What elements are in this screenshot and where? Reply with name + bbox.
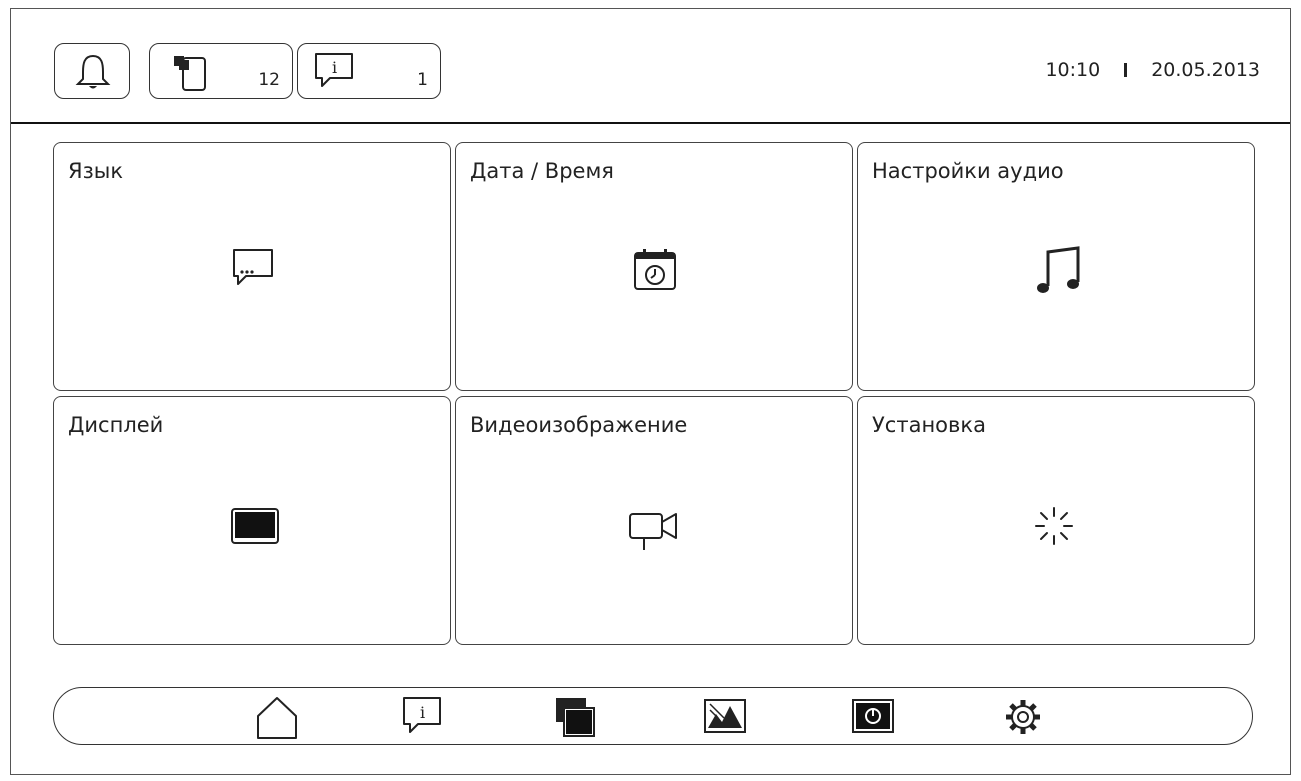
nav-picture[interactable] xyxy=(702,694,748,740)
messages-button[interactable]: 12 xyxy=(149,43,293,99)
picture-icon xyxy=(704,699,746,733)
info-bubble-icon: i xyxy=(403,697,441,733)
nav-home[interactable] xyxy=(254,694,300,740)
tile-display[interactable]: Дисплей xyxy=(53,396,451,645)
home-icon xyxy=(257,697,297,739)
app-frame: 12 i 1 10:10 20.05.2013 Язык Дата / Время xyxy=(10,8,1291,775)
monitor-icon xyxy=(231,508,279,544)
music-note-icon xyxy=(1037,246,1080,293)
tile-video-image[interactable]: Видеоизображение xyxy=(455,396,853,645)
tile-label: Дата / Время xyxy=(470,159,614,183)
tile-installation[interactable]: Установка xyxy=(857,396,1255,645)
clock-display: 10:10 20.05.2013 xyxy=(1045,59,1260,81)
video-camera-icon xyxy=(629,513,677,550)
time-text: 10:10 xyxy=(1045,59,1101,81)
nav-info[interactable]: i xyxy=(400,694,446,740)
nav-settings[interactable] xyxy=(1000,694,1046,740)
nav-windows[interactable] xyxy=(552,694,598,740)
tile-label: Язык xyxy=(68,159,124,183)
tile-label: Дисплей xyxy=(68,413,164,437)
bell-button[interactable] xyxy=(54,43,130,99)
speech-bubble-icon xyxy=(233,249,273,285)
info-count: 1 xyxy=(417,70,428,90)
svg-text:i: i xyxy=(332,58,337,77)
header-bar: 12 i 1 10:10 20.05.2013 xyxy=(11,9,1290,124)
info-bubble-icon: i xyxy=(315,53,353,87)
svg-text:i: i xyxy=(420,703,425,722)
tile-label: Видеоизображение xyxy=(470,413,688,437)
separator xyxy=(1124,63,1128,77)
tile-datetime[interactable]: Дата / Время xyxy=(455,142,853,391)
tile-language[interactable]: Язык xyxy=(53,142,451,391)
calendar-clock-icon xyxy=(634,249,676,290)
messages-count: 12 xyxy=(258,70,280,90)
tile-label: Настройки аудио xyxy=(872,159,1064,183)
nav-power-screen[interactable] xyxy=(850,694,896,740)
date-text: 20.05.2013 xyxy=(1151,59,1260,81)
windows-icon xyxy=(556,698,595,737)
power-screen-icon xyxy=(852,699,894,733)
bell-icon xyxy=(75,54,111,89)
loading-spinner-icon xyxy=(1035,507,1073,545)
message-stack-icon xyxy=(174,56,206,91)
tile-audio-settings[interactable]: Настройки аудио xyxy=(857,142,1255,391)
gear-icon xyxy=(1006,700,1040,734)
info-button[interactable]: i 1 xyxy=(297,43,441,99)
bottom-nav: i xyxy=(53,687,1253,745)
tile-label: Установка xyxy=(872,413,986,437)
